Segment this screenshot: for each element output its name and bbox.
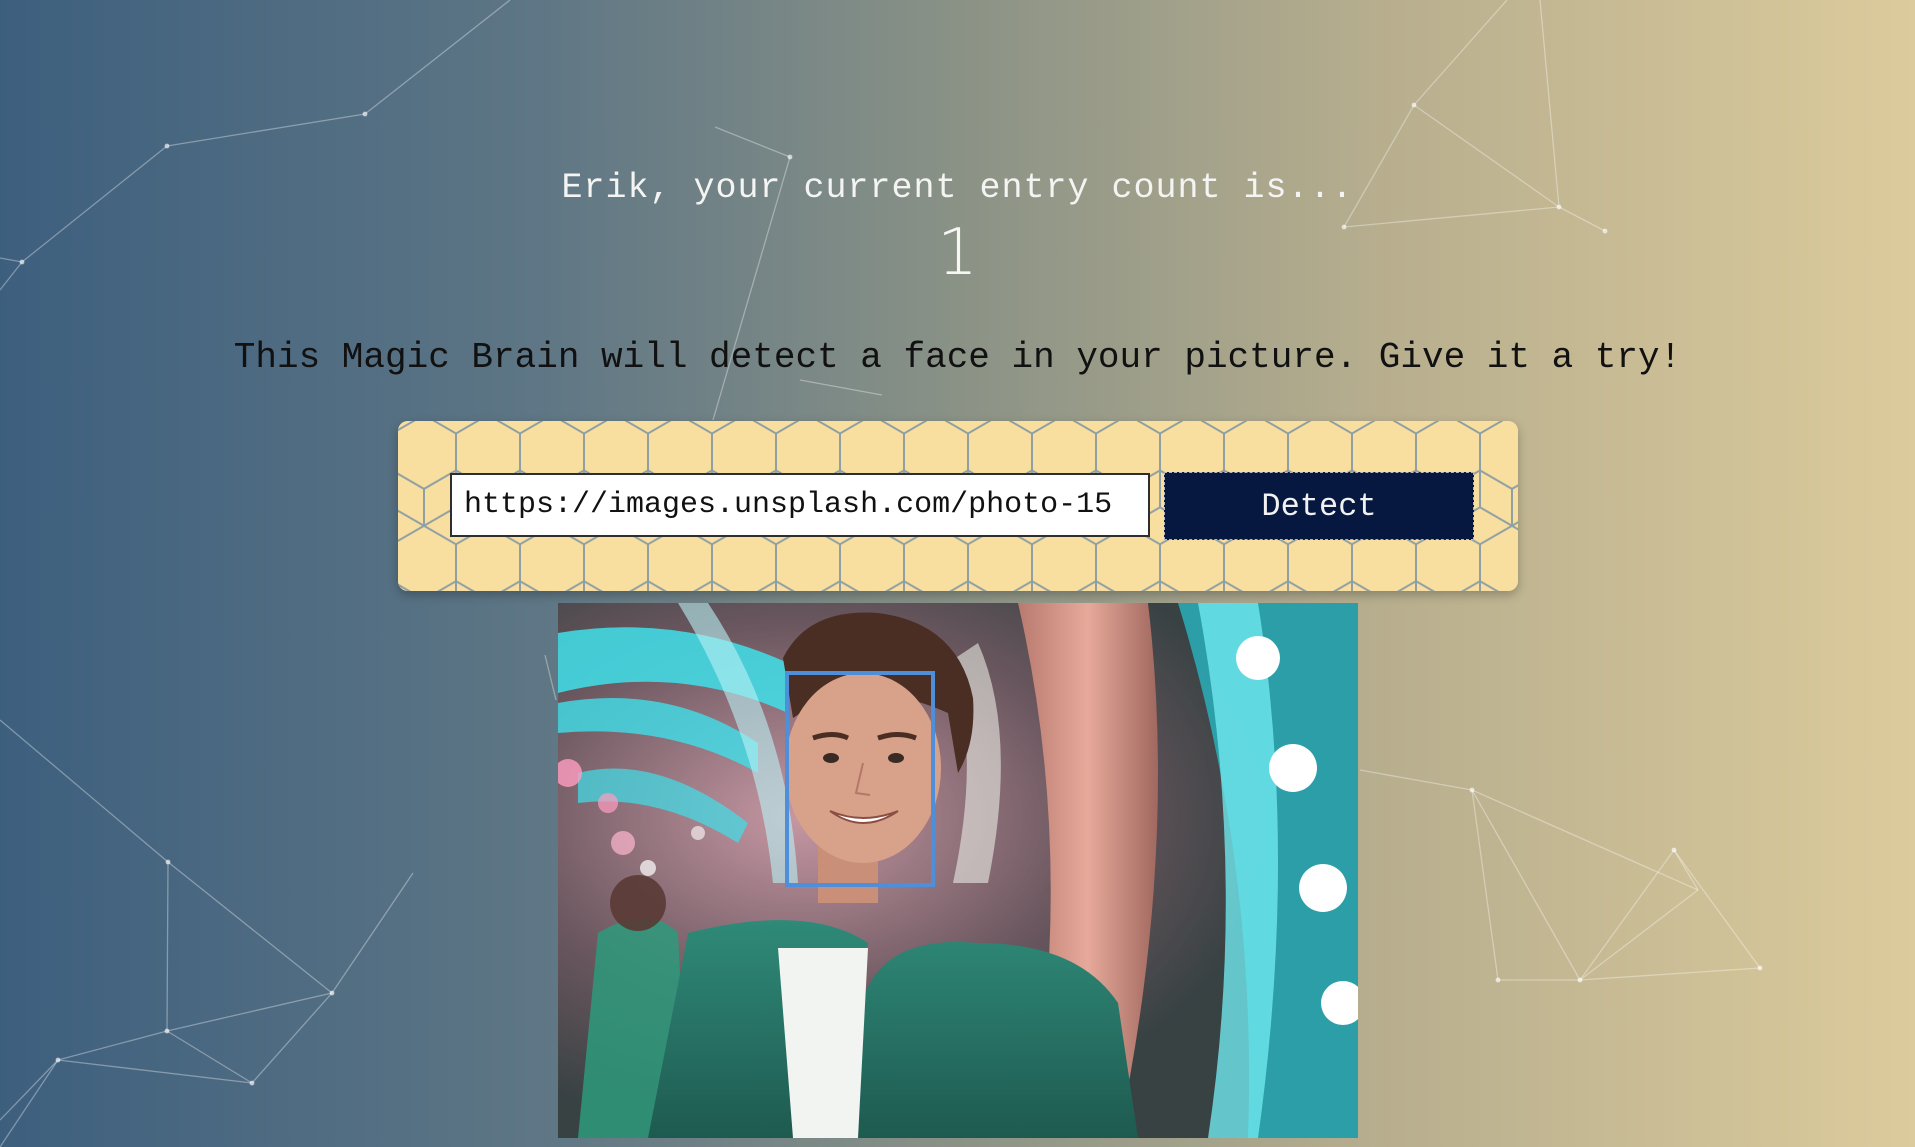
detect-button[interactable]: Detect	[1164, 472, 1474, 540]
face-detection-result	[558, 603, 1358, 1138]
image-link-form: Detect	[398, 421, 1518, 591]
image-url-input[interactable]	[450, 473, 1150, 537]
result-photo	[558, 603, 1358, 1138]
entry-count-value: 1	[937, 216, 978, 290]
entry-count-message: Erik, your current entry count is...	[561, 168, 1354, 208]
face-bounding-box	[785, 671, 935, 887]
intro-text: This Magic Brain will detect a face in y…	[233, 337, 1682, 378]
